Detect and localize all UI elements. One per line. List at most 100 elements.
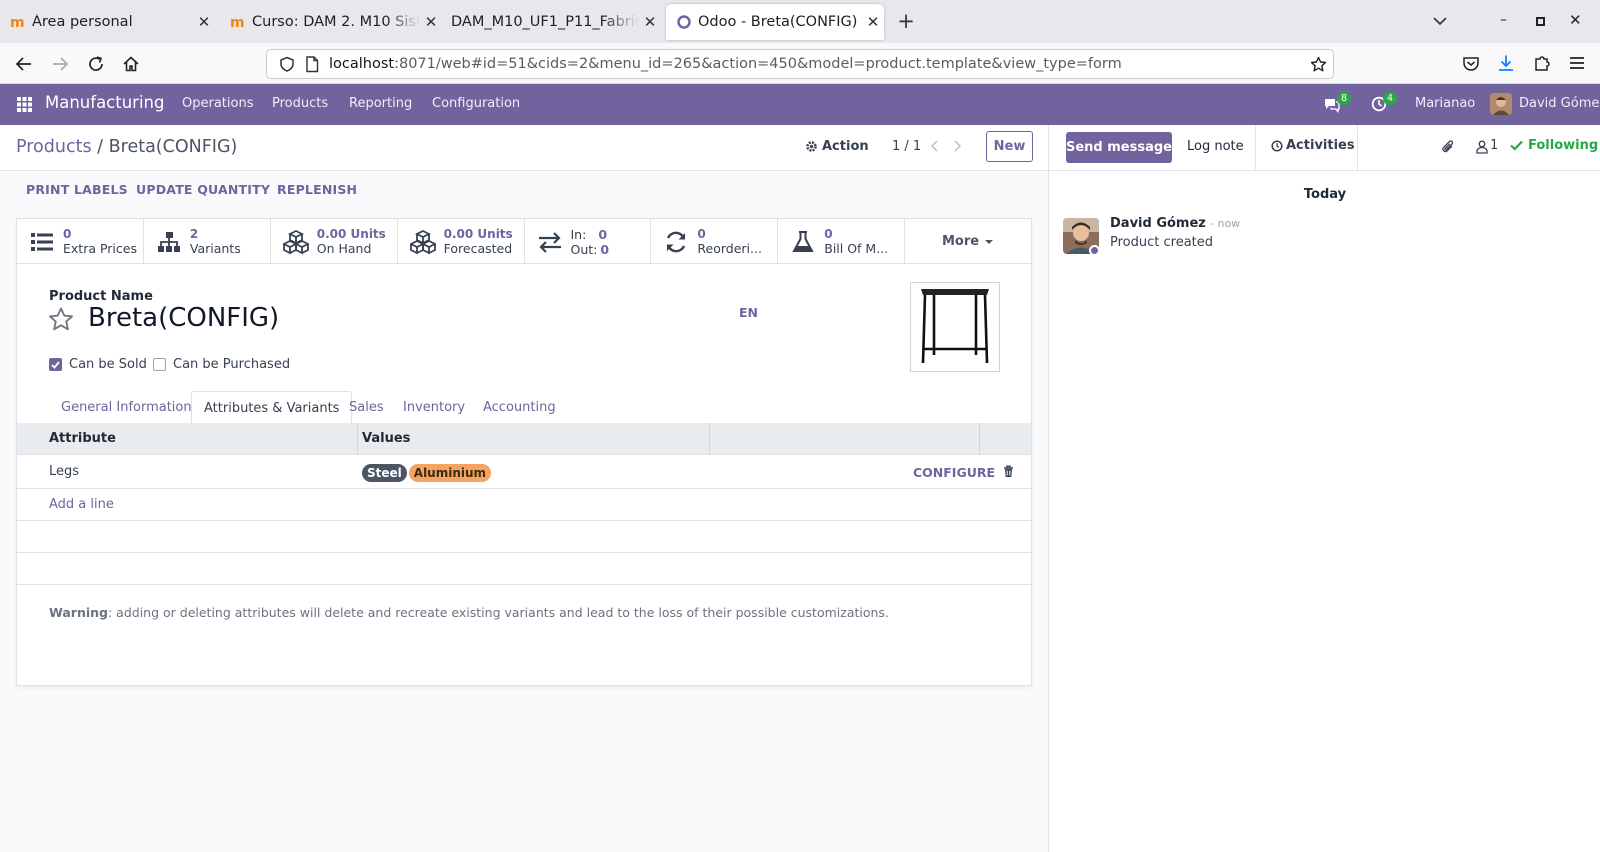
following-button[interactable]: Following: [1510, 138, 1598, 153]
add-line-row: Add a line: [17, 489, 1031, 521]
company-switcher[interactable]: Marianao: [1415, 96, 1475, 111]
checkbox-checked[interactable]: [49, 358, 62, 371]
send-message-button[interactable]: Send message: [1066, 132, 1172, 163]
pager-previous-icon[interactable]: [930, 140, 940, 152]
odoo-icon: [677, 15, 691, 29]
on-hand-label: On Hand: [316, 241, 372, 256]
can-be-purchased-checkbox[interactable]: Can be Purchased: [153, 357, 290, 372]
replenish-button[interactable]: REPLENISH: [277, 182, 357, 197]
browser-tab[interactable]: m Área personal ✕: [10, 0, 215, 43]
bookmark-star-icon[interactable]: [1310, 56, 1327, 73]
followers-count[interactable]: 1: [1490, 138, 1498, 153]
user-avatar[interactable]: [1490, 93, 1512, 115]
menu-products[interactable]: Products: [272, 96, 328, 111]
close-tab-icon[interactable]: ✕: [420, 13, 442, 31]
close-tab-icon[interactable]: ✕: [862, 13, 884, 31]
presence-indicator: [1089, 245, 1100, 256]
app-grid-icon[interactable]: [17, 97, 32, 112]
can-be-sold-label: Can be Sold: [69, 357, 147, 372]
message-body: Product created: [1110, 235, 1214, 250]
column-values[interactable]: Values: [362, 431, 410, 446]
breadcrumb-separator: /: [97, 137, 104, 157]
url-bar[interactable]: localhost:8071/web#id=51&cids=2&menu_id=…: [266, 49, 1334, 79]
variants-button[interactable]: 2 Variants: [144, 219, 271, 264]
add-line-link[interactable]: Add a line: [49, 497, 114, 512]
download-icon[interactable]: [1497, 54, 1515, 72]
app-name[interactable]: Manufacturing: [45, 93, 164, 112]
tab-list-icon[interactable]: [1433, 15, 1447, 27]
more-label: More: [942, 234, 980, 249]
refresh-icon: [667, 231, 686, 252]
divider: [1357, 125, 1358, 171]
reload-button[interactable]: [83, 51, 109, 77]
browser-tab[interactable]: DAM_M10_UF1_P11_Fabricación ✕: [451, 0, 661, 43]
empty-row: [17, 553, 1031, 585]
tab-attributes-variants[interactable]: Attributes & Variants: [191, 391, 353, 425]
user-name[interactable]: David Gómez: [1519, 96, 1600, 111]
values-cell[interactable]: Steel Aluminium: [362, 462, 493, 482]
new-tab-button[interactable]: +: [893, 9, 919, 35]
message-author[interactable]: David Gómez: [1110, 216, 1206, 231]
tab-general-information[interactable]: General Information: [49, 391, 204, 424]
pager-value[interactable]: 1 / 1: [892, 139, 921, 154]
variants-count: 2: [189, 227, 199, 241]
product-name-input[interactable]: Breta(CONFIG): [88, 303, 279, 333]
tab-sales[interactable]: Sales: [337, 391, 396, 424]
action-menu[interactable]: Action: [805, 139, 869, 154]
reordering-button[interactable]: 0 Reorderi...: [651, 219, 779, 264]
control-panel: Products / Breta(CONFIG) Action 1 / 1 Ne…: [0, 125, 1048, 171]
print-labels-button[interactable]: PRINT LABELS: [26, 182, 128, 197]
site-info-icon[interactable]: [279, 56, 295, 72]
breadcrumb-products[interactable]: Products: [16, 137, 92, 157]
extra-prices-button[interactable]: 0 Extra Prices: [17, 219, 144, 264]
extensions-icon[interactable]: [1533, 54, 1551, 72]
tab-inventory[interactable]: Inventory: [391, 391, 477, 424]
pager-next-icon[interactable]: [952, 140, 962, 152]
attribute-cell[interactable]: Legs: [49, 464, 79, 479]
maximize-icon[interactable]: [1536, 17, 1545, 26]
product-image[interactable]: [910, 282, 1000, 372]
bom-button[interactable]: 0 Bill Of M...: [778, 219, 906, 264]
language-button[interactable]: EN: [739, 305, 758, 320]
trash-icon[interactable]: [1003, 465, 1014, 478]
bom-count: 0: [824, 227, 833, 241]
new-button[interactable]: New: [986, 131, 1033, 162]
forecasted-button[interactable]: 0.00 Units Forecasted: [398, 219, 525, 264]
checkbox-unchecked[interactable]: [153, 358, 166, 371]
log-note-button[interactable]: Log note: [1187, 139, 1244, 154]
table-row[interactable]: Legs Steel Aluminium CONFIGURE: [17, 455, 1031, 489]
configure-button[interactable]: CONFIGURE: [913, 465, 995, 480]
browser-tab[interactable]: m Curso: DAM 2. M10 Sistemas ✕: [230, 0, 442, 43]
close-tab-icon[interactable]: ✕: [639, 13, 661, 31]
can-be-sold-checkbox[interactable]: Can be Sold: [49, 357, 147, 372]
can-be-purchased-label: Can be Purchased: [173, 357, 291, 372]
user-icon[interactable]: [1476, 140, 1488, 154]
reordering-label: Reorderi...: [697, 241, 762, 256]
favorite-star-icon[interactable]: [48, 307, 74, 332]
sitemap-icon: [157, 231, 180, 252]
activities-button[interactable]: Activities: [1271, 138, 1355, 153]
in-out-button[interactable]: In: 0 Out: 0: [525, 219, 652, 264]
hamburger-menu-icon[interactable]: [1568, 55, 1586, 71]
browser-tab-active[interactable]: Odoo - Breta(CONFIG) ✕: [666, 4, 884, 40]
chatter: Send message Log note Activities 1 Follo…: [1048, 125, 1600, 852]
paperclip-icon[interactable]: [1441, 139, 1455, 155]
on-hand-button[interactable]: 0.00 Units On Hand: [271, 219, 398, 264]
menu-configuration[interactable]: Configuration: [432, 96, 520, 111]
more-button[interactable]: More: [905, 219, 1031, 264]
minimize-icon[interactable]: –: [1500, 12, 1507, 28]
column-divider: [979, 423, 980, 455]
close-tab-icon[interactable]: ✕: [193, 13, 215, 31]
check-icon: [1510, 140, 1523, 151]
tab-title: Curso: DAM 2. M10 Sistemas: [252, 13, 420, 30]
column-attribute[interactable]: Attribute: [49, 431, 116, 446]
close-window-icon[interactable]: ✕: [1569, 11, 1582, 29]
forward-button[interactable]: [47, 51, 73, 77]
home-button[interactable]: [118, 51, 144, 77]
menu-reporting[interactable]: Reporting: [349, 96, 412, 111]
back-button[interactable]: [11, 51, 37, 77]
pocket-icon[interactable]: [1462, 55, 1480, 73]
tab-accounting[interactable]: Accounting: [471, 391, 568, 424]
update-quantity-button[interactable]: UPDATE QUANTITY: [136, 182, 270, 197]
menu-operations[interactable]: Operations: [182, 96, 253, 111]
